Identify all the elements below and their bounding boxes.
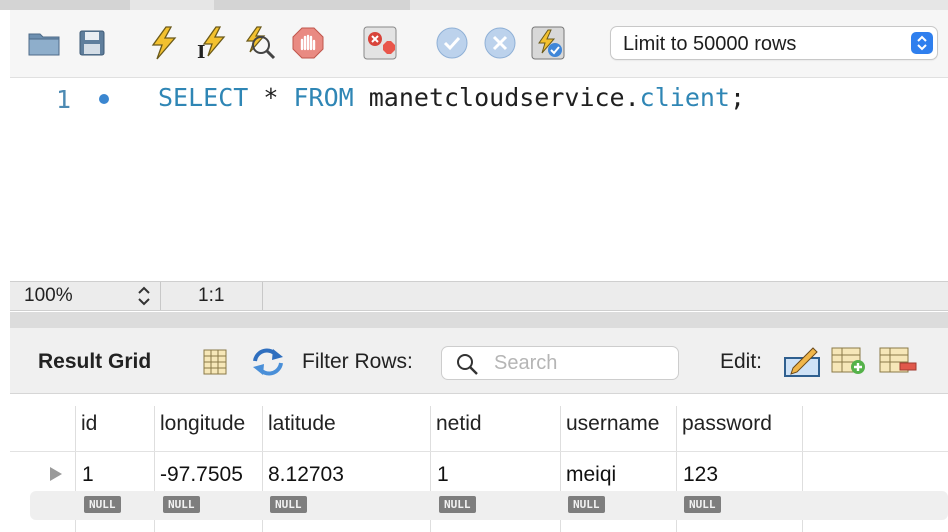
stop-icon[interactable] bbox=[290, 25, 326, 61]
current-row-arrow-icon bbox=[50, 467, 62, 481]
column-header-longitude[interactable]: longitude bbox=[160, 412, 245, 436]
column-header-password[interactable]: password bbox=[682, 412, 772, 436]
svg-text:I: I bbox=[197, 42, 205, 60]
sql-schema: manetcloudservice. bbox=[353, 83, 640, 112]
null-badge: NULL bbox=[84, 496, 121, 513]
column-header-id[interactable]: id bbox=[81, 412, 97, 436]
delete-row-icon[interactable] bbox=[878, 346, 918, 381]
tab-strip-segment bbox=[214, 0, 410, 10]
execute-lightning-icon[interactable] bbox=[146, 25, 182, 61]
toggle-error-stop-icon[interactable] bbox=[362, 25, 398, 61]
null-badge: NULL bbox=[684, 496, 721, 513]
sql-text: * bbox=[248, 83, 294, 112]
zoom-level[interactable]: 100% bbox=[24, 285, 73, 307]
pane-splitter[interactable] bbox=[10, 312, 948, 328]
table-cell[interactable]: 123 bbox=[683, 463, 718, 487]
sql-keyword: FROM bbox=[293, 83, 354, 112]
table-cell[interactable]: -97.7505 bbox=[160, 463, 243, 487]
autocommit-icon[interactable] bbox=[530, 25, 566, 61]
table-cell[interactable]: 8.12703 bbox=[268, 463, 344, 487]
column-header-latitude[interactable]: latitude bbox=[268, 412, 336, 436]
rollback-icon[interactable] bbox=[482, 25, 518, 61]
edit-label: Edit: bbox=[720, 350, 763, 373]
sql-keyword: SELECT bbox=[158, 83, 249, 112]
cursor-position: 1:1 bbox=[198, 285, 225, 306]
execute-current-icon[interactable]: I bbox=[194, 25, 230, 61]
filter-search-input[interactable]: Search bbox=[441, 346, 679, 380]
filter-rows-label: Filter Rows: bbox=[302, 350, 413, 373]
limit-rows-value: Limit to 50000 rows bbox=[623, 33, 797, 55]
search-placeholder: Search bbox=[494, 352, 558, 374]
null-badge: NULL bbox=[270, 496, 307, 513]
column-header-username[interactable]: username bbox=[566, 412, 659, 436]
grid-layout-icon[interactable] bbox=[201, 348, 229, 381]
null-badge: NULL bbox=[568, 496, 605, 513]
commit-icon[interactable] bbox=[434, 25, 470, 61]
line-number: 1 bbox=[56, 85, 72, 114]
table-cell[interactable]: meiqi bbox=[566, 463, 616, 487]
save-icon[interactable] bbox=[74, 25, 110, 61]
limit-rows-select[interactable]: Limit to 50000 rows bbox=[610, 26, 938, 60]
table-cell[interactable]: 1 bbox=[82, 463, 94, 487]
null-badge: NULL bbox=[439, 496, 476, 513]
tab-strip-segment bbox=[0, 0, 130, 10]
window-top-strip bbox=[0, 0, 948, 10]
status-divider bbox=[160, 282, 161, 310]
select-stepper-icon bbox=[911, 32, 933, 54]
status-divider bbox=[262, 282, 263, 310]
add-row-icon[interactable] bbox=[830, 346, 868, 381]
search-icon bbox=[456, 353, 480, 382]
header-divider bbox=[10, 451, 948, 452]
statement-marker-icon bbox=[99, 94, 109, 104]
table-cell[interactable]: 1 bbox=[437, 463, 449, 487]
edit-row-icon[interactable] bbox=[783, 344, 821, 383]
result-grid-title: Result Grid bbox=[38, 350, 152, 373]
explain-icon[interactable] bbox=[242, 25, 278, 61]
refresh-icon[interactable] bbox=[251, 347, 285, 382]
sql-code-line[interactable]: SELECT * FROM manetcloudservice.client; bbox=[158, 83, 745, 112]
open-folder-icon[interactable] bbox=[26, 25, 62, 61]
zoom-stepper-icon[interactable] bbox=[136, 284, 152, 313]
null-badge: NULL bbox=[163, 496, 200, 513]
sql-table: client bbox=[639, 83, 730, 112]
sql-terminator: ; bbox=[729, 83, 746, 112]
column-header-netid[interactable]: netid bbox=[436, 412, 482, 436]
